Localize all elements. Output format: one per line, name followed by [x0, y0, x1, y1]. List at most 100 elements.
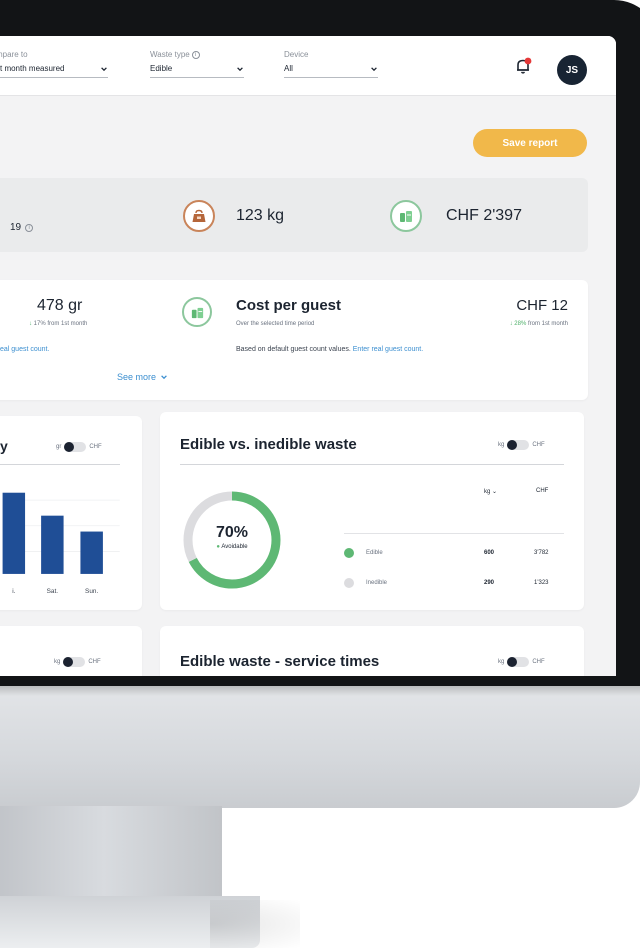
guest-count-note: Based on default guest count values. Ent…: [236, 346, 423, 353]
divider: [344, 533, 564, 534]
x-tick-label: Sat.: [47, 588, 59, 595]
donut-label: ● Avoidable: [180, 544, 284, 550]
toggle-left-label: kg: [54, 659, 61, 665]
legend-chf: 3'782: [534, 550, 549, 556]
enter-guest-count-link[interactable]: Enter real guest count.: [353, 346, 423, 353]
chf-column-header: CHF: [536, 488, 549, 494]
kg-header-label: kg: [484, 489, 491, 495]
legend-name: Edible: [366, 550, 383, 556]
cost-per-guest-value: CHF 12: [516, 297, 568, 314]
money-icon: [390, 200, 422, 232]
legend-swatch: [344, 548, 354, 558]
weekly-card-title: y: [0, 438, 8, 454]
chin-shadow: [0, 686, 640, 696]
save-report-button[interactable]: Save report: [473, 129, 587, 157]
chevron-down-icon: [237, 66, 243, 71]
divider: [0, 464, 120, 465]
see-more-label: See more: [117, 372, 157, 382]
toggle-right-label: CHF: [532, 659, 545, 665]
dashboard-screen: mpare to st month measured Waste type i …: [0, 36, 616, 676]
toggle-switch[interactable]: [507, 657, 530, 667]
summary-date-text: 19: [10, 222, 22, 233]
top-bar: mpare to st month measured Waste type i …: [0, 36, 616, 96]
compare-value: st month measured: [0, 64, 65, 73]
down-arrow-icon: ↓: [509, 321, 513, 327]
service-times-title: Edible waste - service times: [180, 653, 380, 670]
unit-toggle[interactable]: kg CHF: [498, 440, 545, 450]
monitor-scene: mpare to st month measured Waste type i …: [0, 0, 640, 948]
chevron-down-icon: ⌄: [492, 489, 498, 495]
toggle-switch[interactable]: [64, 442, 87, 452]
weight-icon: [183, 200, 215, 232]
bell-icon[interactable]: [514, 57, 532, 75]
lower-left-card: [0, 626, 142, 676]
toggle-right-label: CHF: [89, 444, 102, 450]
waste-type-label: Waste type: [150, 50, 190, 59]
toggle-right-label: CHF: [532, 442, 545, 448]
enter-guest-count-link[interactable]: eal guest count.: [0, 346, 49, 353]
toggle-switch[interactable]: [63, 657, 86, 667]
waste-type-filter[interactable]: Waste type i Edible: [150, 50, 244, 78]
monitor-chin: [0, 686, 640, 808]
cost-delta-text: from 1st month: [527, 321, 568, 327]
cost-per-guest-subtitle: Over the selected time period: [236, 321, 315, 327]
chevron-down-icon: [371, 66, 377, 71]
toggle-left-label: gr: [56, 444, 62, 450]
divider: [180, 464, 564, 465]
toggle-right-label: CHF: [88, 659, 101, 665]
bar-sat: [41, 515, 64, 574]
device-label: Device: [284, 50, 309, 59]
waste-type-select[interactable]: Edible: [150, 64, 244, 78]
toggle-left-label: kg: [498, 659, 505, 665]
device-filter[interactable]: Device All: [284, 50, 378, 78]
stand-shadow: [210, 900, 300, 948]
legend-kg: 290: [484, 580, 495, 586]
bar-sun: [80, 531, 103, 574]
summary-weight: 123 kg: [236, 207, 285, 224]
compare-filter[interactable]: mpare to st month measured: [0, 50, 108, 78]
edible-card-title: Edible vs. inedible waste: [180, 436, 357, 453]
legend-swatch: [344, 578, 354, 588]
compare-select[interactable]: st month measured: [0, 64, 108, 78]
status-dot-icon: ●: [216, 544, 221, 550]
summary-date: 19 i: [10, 222, 34, 233]
info-icon[interactable]: i: [25, 223, 34, 232]
legend-row-inedible: Inedible 290 1'323: [344, 576, 564, 594]
cost-delta-pct: 28%: [514, 321, 527, 327]
x-tick-label: Sun.: [85, 588, 98, 595]
donut-label-text: Avoidable: [221, 544, 248, 550]
cost-per-guest-title: Cost per guest: [236, 297, 342, 314]
per-guest-delta: ↓ 17% from 1st month: [29, 321, 87, 327]
avatar[interactable]: JS: [557, 55, 587, 85]
waste-type-value: Edible: [150, 64, 173, 73]
legend-name: Inedible: [366, 580, 388, 586]
weekly-bar-chart: i. Sat. Sun.: [2, 492, 120, 595]
per-guest-value: 478 gr: [37, 297, 83, 314]
cost-per-guest-delta: ↓ 28% from 1st month: [440, 321, 568, 327]
legend-chf: 1'323: [534, 580, 549, 586]
device-value: All: [284, 64, 293, 73]
unit-toggle[interactable]: kg CHF: [54, 657, 101, 667]
toggle-left-label: kg: [498, 442, 505, 448]
unit-toggle[interactable]: gr CHF: [56, 442, 102, 452]
per-guest-delta-text: 17% from 1st month: [33, 321, 88, 327]
chevron-down-icon: [161, 375, 167, 380]
info-icon[interactable]: i: [191, 50, 200, 59]
unit-toggle[interactable]: kg CHF: [498, 657, 545, 667]
notification-dot: [524, 57, 532, 65]
donut-percentage: 70%: [215, 524, 249, 541]
summary-cost: CHF 2'397: [446, 207, 522, 224]
chevron-down-icon: [101, 66, 107, 71]
see-more-button[interactable]: See more: [117, 372, 168, 382]
guest-count-note-text: Based on default guest count values.: [236, 346, 351, 353]
down-arrow-icon: ↓: [29, 321, 32, 327]
device-select[interactable]: All: [284, 64, 378, 78]
bar-i: [2, 492, 26, 574]
toggle-switch[interactable]: [507, 440, 530, 450]
kg-column-header[interactable]: kg ⌄: [484, 488, 497, 495]
legend-row-edible: Edible 600 3'782: [344, 546, 564, 564]
monitor-stand-neck: [0, 806, 222, 896]
money-icon: [182, 297, 212, 327]
legend-kg: 600: [484, 550, 495, 556]
compare-label: mpare to: [0, 50, 28, 59]
